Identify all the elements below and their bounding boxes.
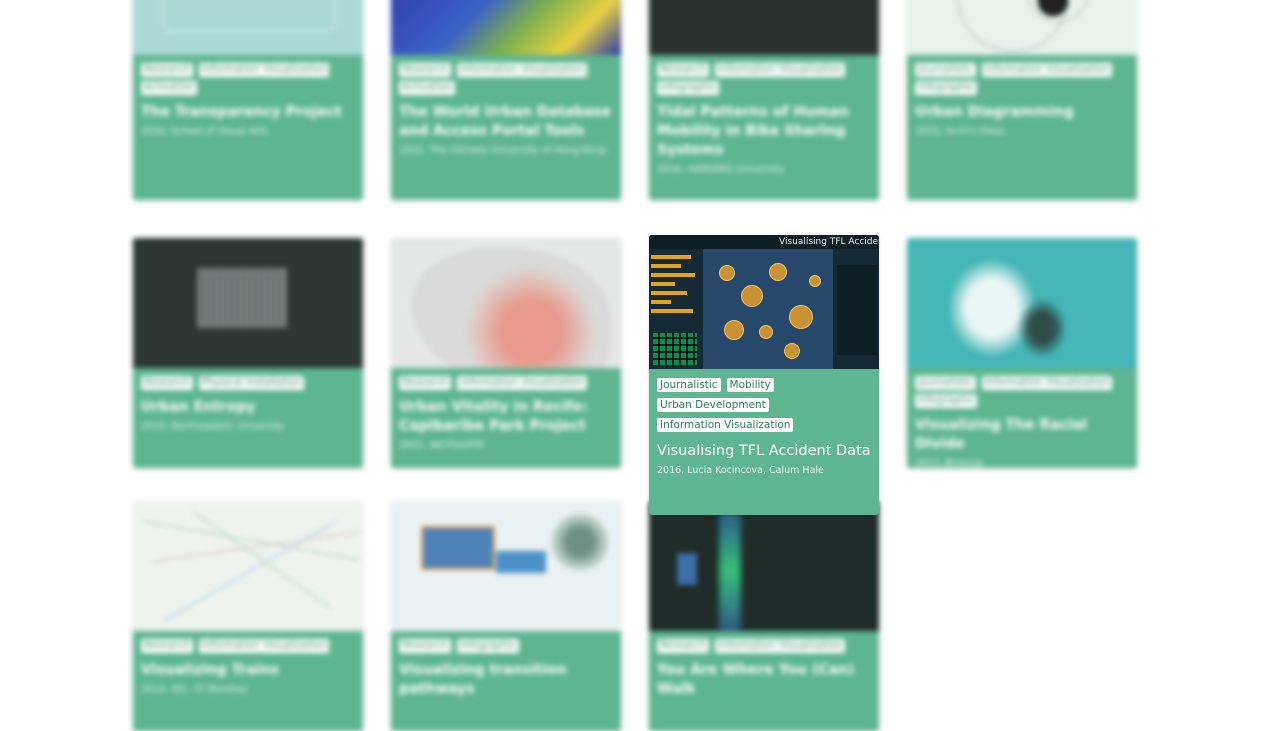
- project-thumbnail: [907, 238, 1137, 368]
- tag[interactable]: Research: [657, 63, 709, 77]
- project-card[interactable]: Journalistic Information Visualization I…: [907, 238, 1137, 468]
- project-thumbnail: [391, 238, 621, 368]
- tag[interactable]: Infographic: [915, 81, 978, 95]
- project-card[interactable]: Research Information Visualization Infog…: [649, 0, 879, 200]
- project-title[interactable]: Visualizing Trains: [141, 661, 355, 680]
- tag-list: Research Information Visualization Activ…: [399, 63, 599, 95]
- tag[interactable]: Research: [399, 639, 451, 653]
- tag-list: Journalistic Information Visualization I…: [915, 376, 1115, 408]
- project-meta: 2015, Archi's Press: [915, 126, 1005, 137]
- project-meta: 2013, Biosoup: [915, 458, 983, 468]
- project-thumbnail: [391, 0, 621, 55]
- tag-list: Research Information Visualization: [399, 376, 599, 390]
- tag[interactable]: Activation: [141, 81, 198, 95]
- project-card[interactable]: Research Information Visualization Visua…: [133, 501, 363, 731]
- tag[interactable]: Research: [141, 63, 193, 77]
- project-thumbnail: Visualising TFL Accident D: [649, 235, 879, 369]
- tag[interactable]: Infographic: [657, 81, 720, 95]
- tag[interactable]: Research: [399, 376, 451, 390]
- tag-list: Journalistic Mobility Urban Development …: [657, 378, 857, 432]
- project-thumbnail: [133, 501, 363, 631]
- tag[interactable]: Physical Installation: [198, 376, 305, 390]
- project-thumbnail: [391, 501, 621, 631]
- project-title[interactable]: The World Urban Database and Access Port…: [399, 103, 613, 141]
- project-meta: 2015, The Chinese University of Hong Kon…: [399, 145, 606, 156]
- project-title[interactable]: Tidal Patterns of Human Mobility in Bike…: [657, 103, 871, 160]
- tag[interactable]: Information Visualization: [456, 63, 588, 77]
- project-card-focused[interactable]: Visualising TFL Accident D Journalistic …: [649, 235, 879, 515]
- tag-list: Journalistic Information Visualization I…: [915, 63, 1115, 95]
- tag[interactable]: Information Visualization: [714, 63, 846, 77]
- project-card[interactable]: Research Information Visualization You A…: [649, 501, 879, 731]
- project-title[interactable]: Visualizing The Racial Divide: [915, 416, 1129, 454]
- tag[interactable]: Information Visualization: [456, 376, 588, 390]
- project-meta: 2015, Northeastern University: [141, 421, 285, 432]
- project-thumbnail: [133, 238, 363, 368]
- project-card[interactable]: Research Information Visualization Urban…: [391, 238, 621, 468]
- project-card[interactable]: Research Information Visualization Activ…: [133, 0, 363, 200]
- tag-journalistic[interactable]: Journalistic: [657, 378, 721, 392]
- tag[interactable]: Information Visualization: [981, 63, 1113, 77]
- tag-list: Research Physical Installation: [141, 376, 341, 390]
- project-thumbnail: [649, 0, 879, 55]
- project-meta: 2015, INCITI/UFPE: [399, 440, 485, 451]
- tag[interactable]: Journalistic: [915, 63, 976, 77]
- project-meta: 2016, Lucia Kocincova, Calum Hale: [657, 465, 824, 476]
- tag[interactable]: Activation: [399, 81, 456, 95]
- project-thumbnail: [133, 0, 363, 55]
- tag[interactable]: Research: [141, 639, 193, 653]
- tag-list: Research Information Visualization Infog…: [657, 63, 857, 95]
- tag[interactable]: Research: [141, 376, 193, 390]
- project-title[interactable]: Urban Vitality in Recife: Capibaribe Par…: [399, 398, 613, 436]
- project-meta: 2016, School of Visual Arts: [141, 126, 269, 137]
- project-card[interactable]: Journalistic Information Visualization I…: [907, 0, 1137, 200]
- tag-list: Research Information Visualization Activ…: [141, 63, 341, 95]
- tag[interactable]: Information Visualization: [714, 639, 846, 653]
- tag[interactable]: Information Visualization: [198, 639, 330, 653]
- project-title[interactable]: Urban Diagramming: [915, 103, 1129, 122]
- tag[interactable]: Journalistic: [915, 376, 976, 390]
- project-meta: 2016, HARVARD University: [657, 164, 785, 175]
- project-card[interactable]: Research Infographic Visualizing transit…: [391, 501, 621, 731]
- tag-list: Research Information Visualization: [141, 639, 341, 653]
- project-thumbnail: [649, 501, 879, 631]
- tag-list: Research Information Visualization: [657, 639, 857, 653]
- tag-mobility[interactable]: Mobility: [726, 378, 774, 392]
- project-title[interactable]: Urban Entropy: [141, 398, 355, 417]
- project-title[interactable]: You Are Where You (Can) Walk: [657, 661, 871, 699]
- project-grid: Research Information Visualization Activ…: [133, 0, 1137, 731]
- tag-urban-development[interactable]: Urban Development: [657, 398, 769, 412]
- project-title[interactable]: The Transparency Project: [141, 103, 355, 122]
- tag-list: Research Infographic: [399, 639, 599, 653]
- project-title[interactable]: Visualising TFL Accident Data: [657, 442, 871, 461]
- tag[interactable]: Research: [399, 63, 451, 77]
- tag[interactable]: Infographic: [915, 394, 978, 408]
- tag[interactable]: Information Visualization: [198, 63, 330, 77]
- project-card[interactable]: Research Physical Installation Urban Ent…: [133, 238, 363, 468]
- project-card[interactable]: Research Information Visualization Activ…: [391, 0, 621, 200]
- tag-information-visualization[interactable]: Information Visualization: [657, 418, 794, 432]
- tag[interactable]: Information Visualization: [981, 376, 1113, 390]
- thumbnail-header-text: Visualising TFL Accident D: [649, 235, 879, 249]
- tag[interactable]: Research: [657, 639, 709, 653]
- tag[interactable]: Infographic: [456, 639, 520, 653]
- project-meta: 2014, IDC, IIT Bombay: [141, 684, 248, 695]
- project-thumbnail: [907, 0, 1137, 55]
- project-title[interactable]: Visualizing transition pathways: [399, 661, 613, 699]
